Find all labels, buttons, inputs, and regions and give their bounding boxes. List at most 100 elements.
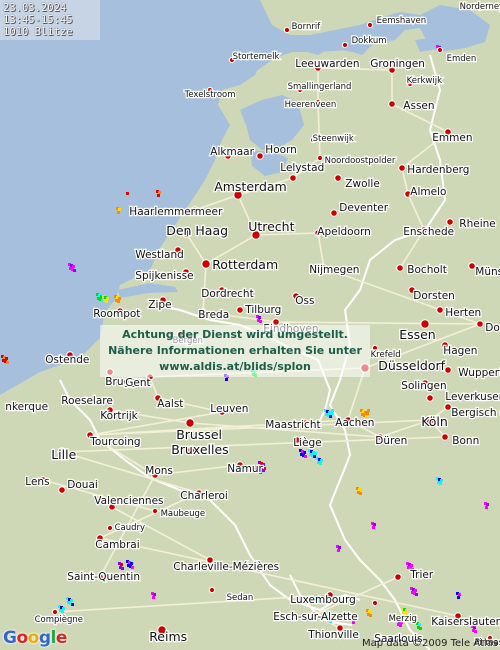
city-marker[interactable]: [444, 366, 452, 374]
city-label: Rheine: [459, 218, 495, 230]
city-marker[interactable]: [394, 573, 402, 581]
strike-mark: [71, 603, 74, 606]
city-label: Oss: [295, 295, 314, 307]
city-label: Namur: [227, 463, 263, 475]
city-marker[interactable]: [256, 152, 264, 160]
city-label: Leeuwarden: [295, 58, 359, 70]
city-label: Texelstroom: [184, 90, 236, 100]
city-label: Luxembourg: [290, 594, 355, 606]
city-label: Smallingerland: [288, 82, 352, 92]
strike-mark: [330, 412, 333, 415]
city-label: Stortemelk: [233, 52, 280, 62]
city-marker[interactable]: [436, 306, 444, 314]
notice-line-2: Nähere Informationen erhalten Sie unter: [108, 344, 362, 357]
city-marker[interactable]: [398, 164, 406, 172]
city-marker[interactable]: [476, 320, 484, 328]
city-label: Trier: [409, 569, 434, 581]
city-label: Lelystad: [280, 162, 324, 174]
city-marker[interactable]: [58, 486, 66, 494]
city-marker[interactable]: [436, 46, 444, 54]
city-label: Roeselare: [61, 395, 113, 407]
city-label: Emmen: [432, 132, 472, 144]
city-label: Aalst: [157, 398, 183, 410]
city-label: Köln: [421, 414, 448, 429]
city-label: Lens: [25, 476, 49, 488]
city-marker[interactable]: [106, 524, 114, 532]
city-label: Charleville-Mézières: [173, 561, 279, 573]
strike-mark: [304, 455, 307, 458]
city-label: Bruxelles: [171, 442, 229, 457]
city-label: Enschede: [403, 226, 454, 238]
city-marker[interactable]: [371, 599, 379, 607]
city-marker[interactable]: [334, 174, 342, 182]
city-marker[interactable]: [283, 26, 291, 34]
city-marker[interactable]: [151, 507, 159, 515]
city-marker[interactable]: [388, 100, 396, 108]
city-label: Charleroi: [180, 490, 228, 502]
city-label: Herten: [445, 307, 481, 319]
city-label: Kerkwijk: [407, 76, 442, 86]
city-marker[interactable]: [444, 403, 452, 411]
city-marker[interactable]: [468, 262, 476, 270]
city-label: Hagen: [443, 345, 477, 357]
strike-mark: [313, 455, 316, 458]
strike-mark: [439, 482, 442, 485]
city-label: Mons: [145, 465, 173, 477]
strike-mark: [338, 546, 341, 549]
city-label: Alkmaar: [210, 146, 254, 158]
city-marker[interactable]: [441, 433, 449, 441]
strike-mark: [320, 459, 323, 462]
city-label: Wuppertal: [458, 367, 500, 379]
info-panel: 23.03.2024 13:45-15:45 1010 Blitze: [0, 0, 100, 40]
strike-mark: [367, 409, 370, 412]
city-marker[interactable]: [51, 608, 59, 616]
google-logo[interactable]: Google: [3, 628, 67, 648]
city-marker[interactable]: [201, 259, 211, 269]
city-label: Groningen: [370, 58, 425, 70]
google-logo-letter: o: [16, 628, 28, 648]
strike-mark: [153, 593, 156, 596]
city-marker[interactable]: [316, 154, 324, 162]
city-marker[interactable]: [289, 174, 297, 182]
city-label: Cambrai: [95, 539, 139, 551]
strike-mark: [419, 627, 422, 630]
city-marker[interactable]: [426, 394, 434, 402]
strike-mark: [120, 563, 123, 566]
city-marker[interactable]: [366, 21, 374, 29]
city-label: Eemshaven: [377, 16, 427, 26]
strike-mark: [359, 492, 362, 495]
strike-mark: [366, 412, 369, 415]
city-marker[interactable]: [236, 306, 244, 314]
city-marker[interactable]: [396, 264, 404, 272]
strike-mark: [73, 269, 76, 272]
city-label: Düren: [375, 435, 407, 447]
city-label: Almelo: [410, 186, 446, 198]
city-label: nkerque: [5, 401, 48, 413]
city-marker[interactable]: [330, 209, 338, 217]
notice-link[interactable]: www.aldis.at/blids/splon: [100, 360, 370, 373]
city-label: Sedan: [227, 593, 254, 603]
city-marker[interactable]: [208, 586, 216, 594]
city-marker[interactable]: [185, 418, 195, 428]
city-label: Assen: [403, 100, 434, 112]
strike-mark: [457, 596, 460, 599]
city-label: Ostende: [45, 354, 89, 366]
city-label: Caudry: [115, 523, 145, 533]
strike-mark: [458, 593, 461, 596]
strike-mark: [157, 194, 160, 197]
city-label: Essen: [399, 327, 436, 342]
city-label: Utrecht: [248, 219, 294, 234]
strike-mark: [62, 607, 65, 610]
strike-mark: [486, 503, 489, 506]
strike-mark: [152, 596, 155, 599]
strike-mark: [118, 208, 121, 211]
city-marker[interactable]: [341, 41, 349, 49]
city-label: Noordoostpolder: [325, 156, 396, 166]
strike-mark: [373, 523, 376, 526]
strike-mark: [337, 549, 340, 552]
strike-mark: [6, 361, 9, 364]
city-label: Nijmegen: [309, 264, 359, 276]
city-label: Münst: [475, 266, 500, 278]
strike-mark: [117, 211, 120, 214]
city-marker[interactable]: [446, 218, 454, 226]
